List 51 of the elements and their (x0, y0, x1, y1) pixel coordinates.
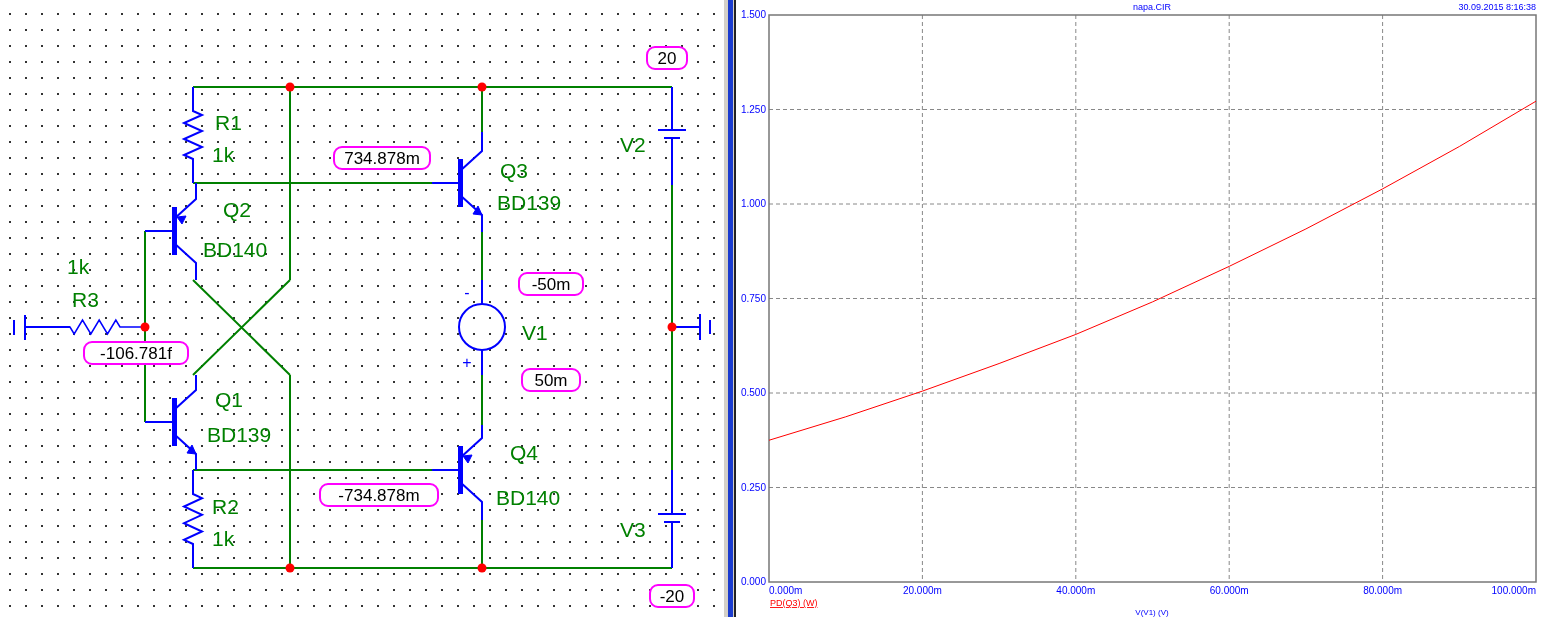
component-value: BD140 (203, 238, 268, 261)
x-axis-label: V(V1) (V) (1135, 608, 1169, 617)
y-tick-label: 0.500 (740, 387, 766, 398)
component-name: R1 (215, 111, 242, 134)
junction-dot (285, 563, 295, 573)
component-value: 1k (212, 527, 235, 550)
component-name: Q3 (500, 159, 528, 182)
component-value: BD140 (496, 486, 561, 509)
component-name: Q4 (510, 441, 538, 464)
junction-dot (667, 322, 677, 332)
component-value: 1k (212, 143, 235, 166)
x-tick-label: 100.000m (1491, 585, 1536, 596)
node-voltage-label: 20 (646, 46, 688, 70)
x-tick-label: 0.000m (769, 585, 803, 596)
component-name: V3 (620, 518, 646, 541)
x-tick-label: 80.000m (1363, 585, 1403, 596)
node-voltage-label: -734.878m (319, 483, 439, 507)
polarity-sign: + (462, 354, 472, 371)
junction-dot (477, 563, 487, 573)
node-voltage-label: -106.781f (83, 341, 189, 365)
y-tick-label: 0.000 (740, 576, 766, 587)
legend-label: PD(Q3) (W) (770, 598, 818, 608)
component-value: BD139 (207, 423, 272, 446)
x-tick-label: 40.000m (1056, 585, 1096, 596)
component-name: V1 (522, 321, 548, 344)
junction-dot (140, 322, 150, 332)
component-value: 1k (67, 255, 90, 278)
junction-dot (477, 82, 487, 92)
wire (481, 231, 483, 281)
node-voltage-label: 50m (521, 368, 581, 392)
node-voltage-label: 734.878m (333, 146, 431, 170)
component-name: R2 (212, 495, 239, 518)
component-name: R3 (72, 288, 99, 311)
polarity-sign: - (464, 284, 470, 301)
y-tick-label: 1.000 (740, 198, 766, 209)
y-tick-label: 0.250 (740, 481, 766, 493)
component-name: Q1 (215, 388, 243, 411)
x-tick-label: 60.000m (1209, 585, 1249, 596)
y-tick-label: 1.250 (740, 103, 766, 115)
node-voltage-label: -50m (518, 272, 584, 296)
timestamp: 30.09.2015 8:16:38 (1458, 2, 1536, 12)
y-tick-label: 0.750 (740, 292, 766, 304)
component-value: BD139 (497, 191, 562, 214)
node-voltage-label: -20 (649, 584, 695, 608)
x-tick-label: 20.000m (902, 585, 942, 596)
component-name: V2 (620, 133, 646, 156)
wire (481, 374, 483, 426)
plot-title: napa.CIR (1133, 2, 1171, 12)
y-tick-label: 1.500 (740, 9, 766, 20)
component-name: Q2 (223, 198, 251, 221)
junction-dot (285, 82, 295, 92)
